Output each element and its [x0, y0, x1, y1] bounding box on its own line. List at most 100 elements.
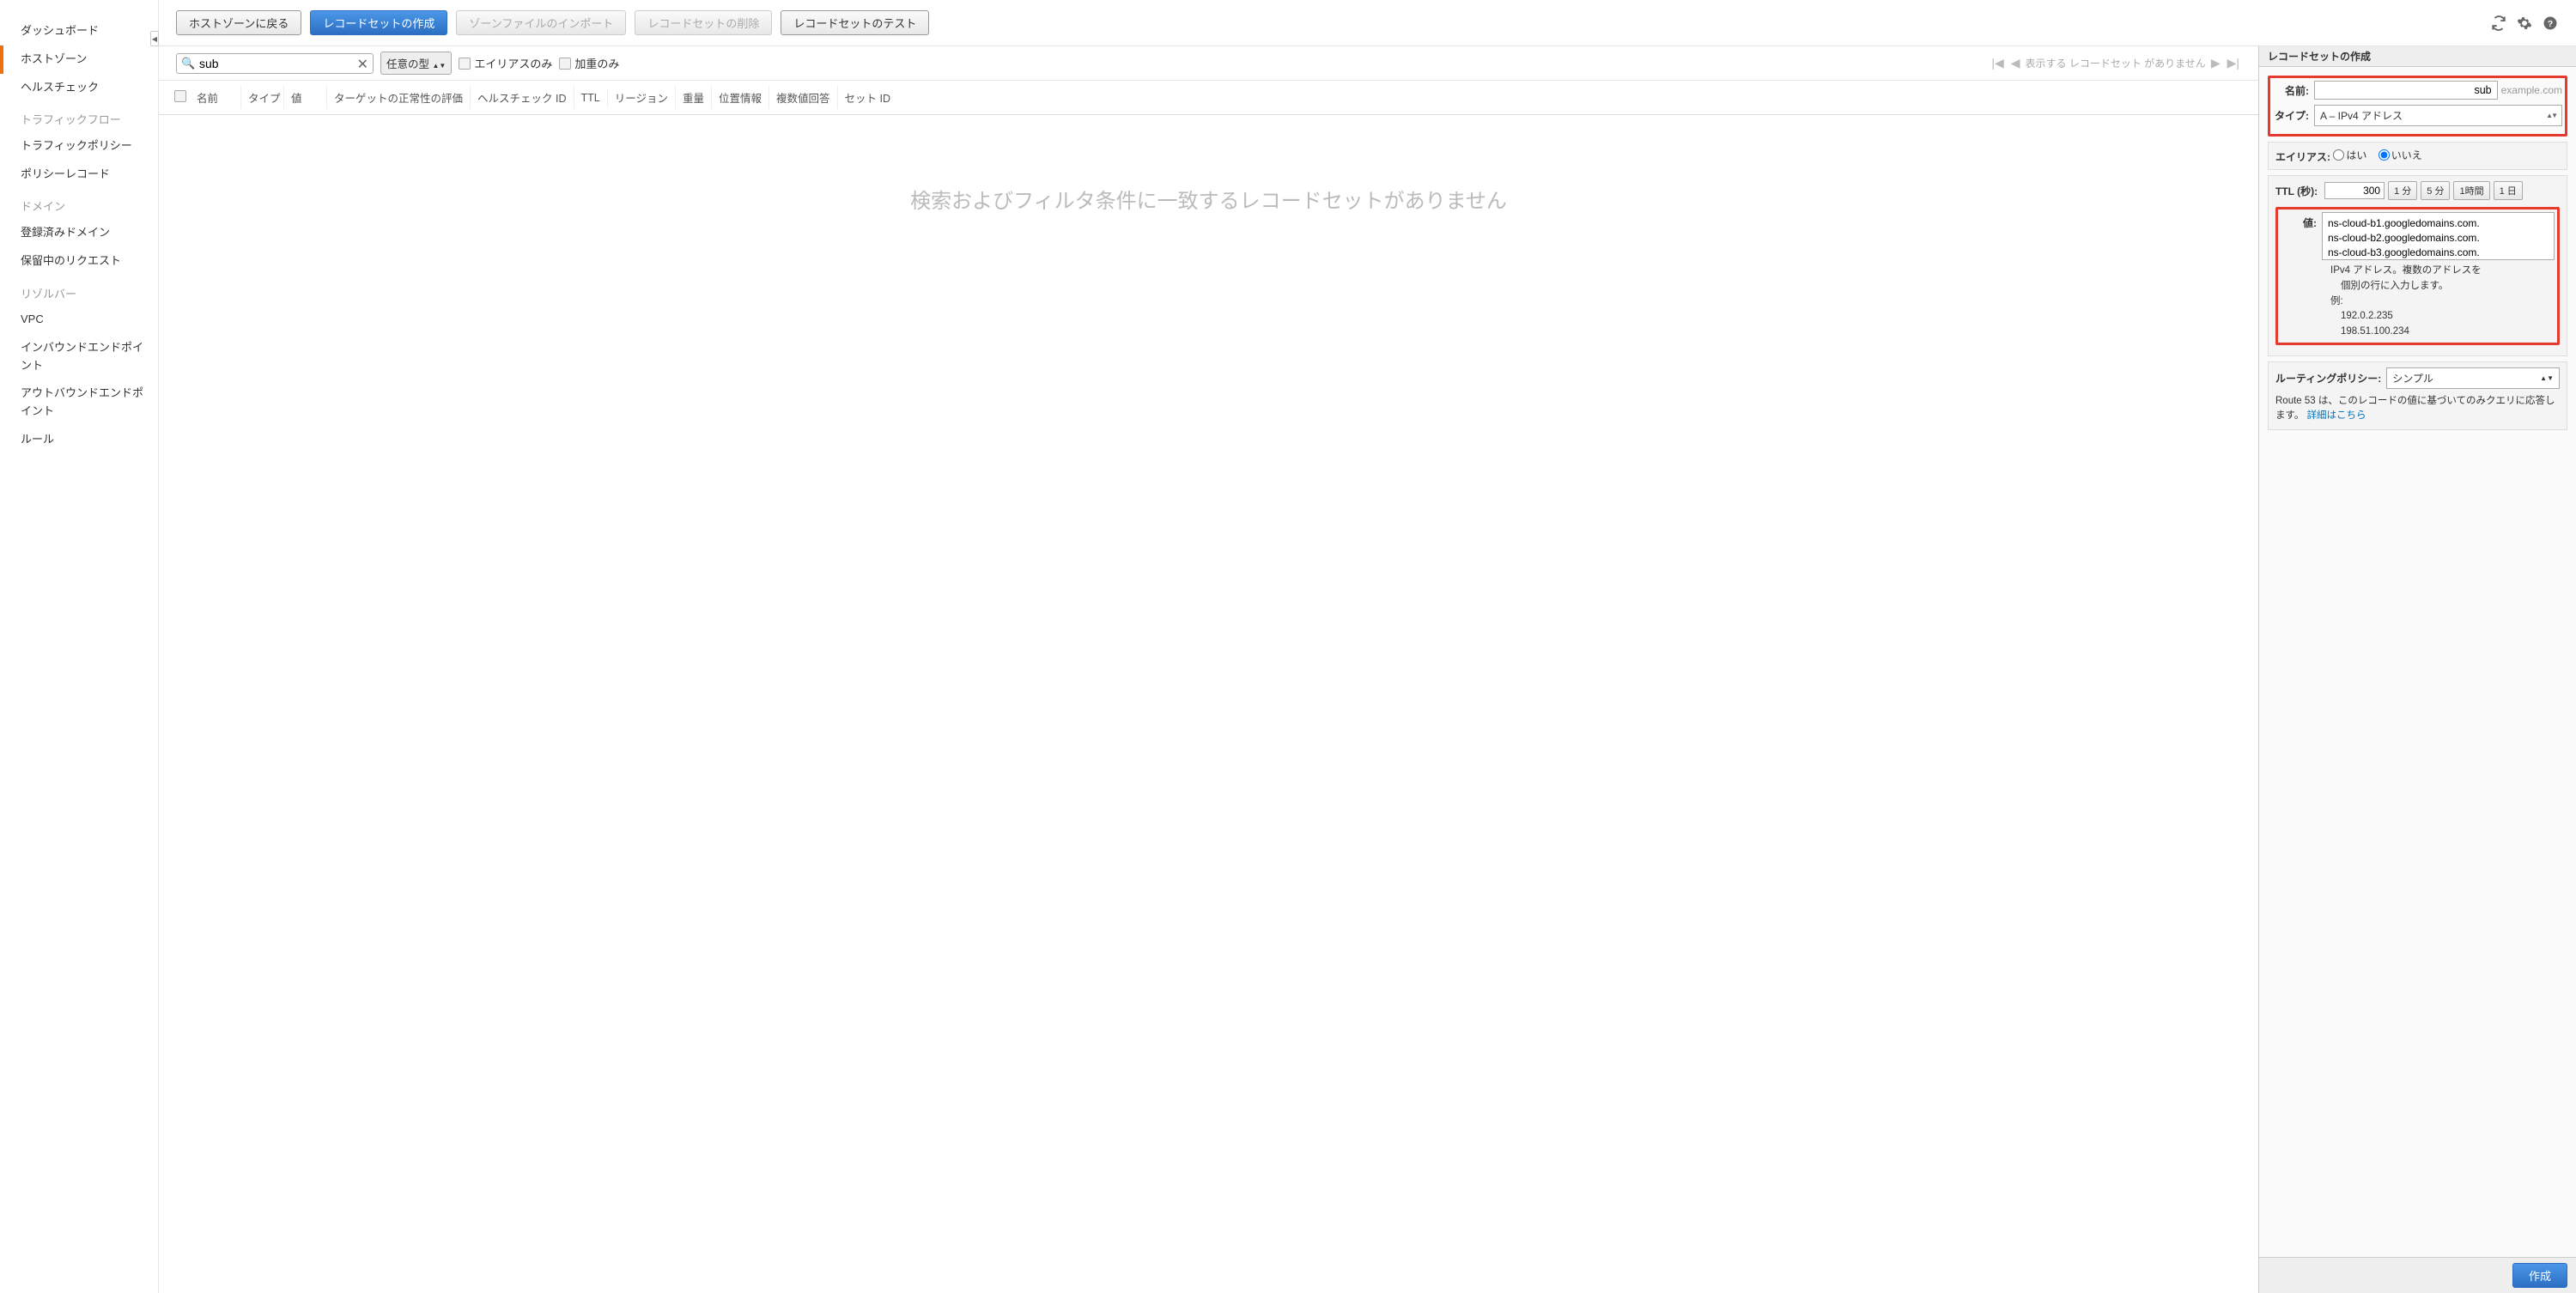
col-region[interactable]: リージョン [608, 86, 676, 109]
alias-section: エイリアス: はい いいえ [2268, 142, 2567, 170]
nav-header-resolver: リゾルバー [0, 276, 158, 307]
alias-label: エイリアス: [2275, 151, 2330, 163]
col-value[interactable]: 値 [284, 86, 327, 109]
nav-label: ヘルスチェック [21, 81, 99, 94]
routing-select-value: シンプル [2392, 371, 2433, 385]
help-icon[interactable]: ? [2542, 15, 2559, 32]
nav-rules[interactable]: ルール [0, 426, 158, 454]
col-geo[interactable]: 位置情報 [712, 86, 769, 109]
highlight-value: 値: IPv4 アドレス。複数のアドレスを 個別の行に入力します。 例: 192… [2275, 207, 2560, 345]
create-record-set-button[interactable]: レコードセットの作成 [310, 10, 447, 35]
table-header: 名前 タイプ 値 ターゲットの正常性の評価 ヘルスチェック ID TTL リージ… [159, 81, 2258, 115]
nav-vpc[interactable]: VPC [0, 306, 158, 334]
nav-pending-requests[interactable]: 保留中のリクエスト [0, 247, 158, 276]
col-set-id[interactable]: セット ID [838, 86, 897, 109]
nav-dashboard[interactable]: ダッシュボード [0, 17, 158, 46]
select-all-checkbox[interactable] [169, 90, 190, 105]
alias-yes-radio[interactable]: はい [2333, 148, 2366, 162]
clear-search-icon[interactable]: ✕ [357, 56, 368, 73]
col-multivalue[interactable]: 複数値回答 [769, 86, 838, 109]
type-filter-label: 任意の型 [386, 58, 429, 70]
sidebar-collapse-icon[interactable]: ◀ [150, 31, 159, 46]
col-weight[interactable]: 重量 [676, 86, 712, 109]
routing-label: ルーティングポリシー: [2275, 371, 2381, 385]
ttl-preset-1hour[interactable]: 1時間 [2453, 181, 2489, 200]
ttl-input[interactable] [2324, 182, 2385, 199]
filter-bar: 🔍 ✕ 任意の型 ▲▼ エイリアスのみ 加重のみ |◀ ◀ 表示する レコードセ… [159, 46, 2258, 81]
weighted-only-label: 加重のみ [574, 55, 619, 71]
col-healthcheck-id[interactable]: ヘルスチェック ID [471, 86, 574, 109]
value-label: 値: [2281, 212, 2322, 230]
nav-inbound-endpoints[interactable]: インバウンドエンドポイント [0, 334, 158, 380]
test-record-set-button[interactable]: レコードセットのテスト [781, 10, 929, 35]
table-empty-message: 検索およびフィルタ条件に一致するレコードセットがありません [159, 115, 2258, 282]
pager-prev-icon[interactable]: ◀ [2009, 56, 2022, 70]
alias-only-checkbox[interactable]: エイリアスのみ [459, 55, 552, 71]
panel-title: レコードセットの作成 [2259, 46, 2576, 67]
pager: |◀ ◀ 表示する レコードセット がありません ▶ ▶| [1990, 56, 2241, 70]
back-to-hosted-zones-button[interactable]: ホストゾーンに戻る [176, 10, 301, 35]
nav-health-checks[interactable]: ヘルスチェック [0, 74, 158, 102]
name-input[interactable] [2314, 81, 2498, 100]
highlight-name-type: 名前: example.com タイプ: A – IPv4 アドレス [2268, 76, 2567, 137]
create-button[interactable]: 作成 [2512, 1263, 2567, 1288]
pager-next-icon[interactable]: ▶ [2209, 56, 2222, 70]
nav-label: ホストゾーン [21, 52, 87, 65]
value-help-line2: 個別の行に入力します。 [2330, 279, 2555, 294]
pager-first-icon[interactable]: |◀ [1990, 56, 2005, 70]
select-arrows-icon: ▲▼ [2540, 374, 2554, 382]
name-suffix: example.com [2501, 84, 2562, 96]
sidebar: ◀ ダッシュボード ホストゾーン ヘルスチェック トラフィックフロー トラフィッ… [0, 0, 159, 1293]
routing-section: ルーティングポリシー: シンプル ▲▼ Route 53 は、このレコードの値に… [2268, 361, 2567, 430]
select-arrows-icon: ▲▼ [2546, 112, 2556, 119]
nav-header-traffic-flow: トラフィックフロー [0, 101, 158, 132]
main-content: ホストゾーンに戻る レコードセットの作成 ゾーンファイルのインポート レコードセ… [159, 0, 2576, 1293]
type-label: タイプ: [2273, 108, 2314, 123]
col-type[interactable]: タイプ [241, 86, 284, 109]
nav-hosted-zones[interactable]: ホストゾーン [0, 46, 158, 74]
nav-traffic-policies[interactable]: トラフィックポリシー [0, 132, 158, 161]
weighted-only-checkbox[interactable]: 加重のみ [559, 55, 619, 71]
ttl-preset-1day[interactable]: 1 日 [2494, 181, 2523, 200]
name-label: 名前: [2273, 83, 2314, 98]
record-set-form-panel: レコードセットの作成 名前: example.com タイプ: [2258, 46, 2576, 1293]
settings-icon[interactable] [2516, 15, 2533, 32]
nav-label: ダッシュボード [21, 24, 99, 37]
alias-yes-label: はい [2346, 148, 2366, 162]
nav-registered-domains[interactable]: 登録済みドメイン [0, 219, 158, 247]
alias-no-label: いいえ [2391, 148, 2422, 162]
value-help-line1: IPv4 アドレス。複数のアドレスを [2330, 264, 2555, 279]
value-help-example1: 192.0.2.235 [2330, 309, 2555, 325]
type-filter-select[interactable]: 任意の型 ▲▼ [380, 52, 452, 75]
search-icon: 🔍 [181, 57, 195, 70]
routing-policy-select[interactable]: シンプル ▲▼ [2386, 367, 2560, 389]
import-zone-file-button[interactable]: ゾーンファイルのインポート [456, 10, 626, 35]
col-target-health[interactable]: ターゲットの正常性の評価 [327, 86, 471, 109]
value-help-line3: 例: [2330, 294, 2555, 310]
type-select-value: A – IPv4 アドレス [2320, 108, 2403, 123]
value-textarea[interactable] [2322, 212, 2555, 260]
ttl-preset-1min[interactable]: 1 分 [2388, 181, 2417, 200]
ttl-preset-5min[interactable]: 5 分 [2421, 181, 2450, 200]
search-box: 🔍 ✕ [176, 53, 374, 74]
toolbar: ホストゾーンに戻る レコードセットの作成 ゾーンファイルのインポート レコードセ… [159, 0, 2576, 46]
refresh-icon[interactable] [2490, 15, 2507, 32]
search-input[interactable] [176, 53, 374, 74]
nav-outbound-endpoints[interactable]: アウトバウンドエンドポイント [0, 379, 158, 426]
ttl-value-section: TTL (秒): 1 分 5 分 1時間 1 日 値: [2268, 175, 2567, 356]
nav-header-domains: ドメイン [0, 188, 158, 219]
svg-text:?: ? [2548, 18, 2553, 28]
pager-text: 表示する レコードセット がありません [2026, 56, 2206, 70]
routing-details-link[interactable]: 詳細はこちら [2307, 410, 2366, 421]
nav-policy-records[interactable]: ポリシーレコード [0, 161, 158, 189]
col-ttl[interactable]: TTL [574, 88, 608, 107]
type-select[interactable]: A – IPv4 アドレス ▲▼ [2314, 105, 2562, 126]
alias-no-radio[interactable]: いいえ [2379, 148, 2422, 162]
value-help-example2: 198.51.100.234 [2330, 325, 2555, 340]
col-name[interactable]: 名前 [190, 86, 241, 109]
pager-last-icon[interactable]: ▶| [2226, 56, 2241, 70]
delete-record-set-button[interactable]: レコードセットの削除 [635, 10, 772, 35]
ttl-label: TTL (秒): [2275, 184, 2318, 198]
panel-footer: 作成 [2259, 1257, 2576, 1293]
alias-only-label: エイリアスのみ [474, 55, 552, 71]
